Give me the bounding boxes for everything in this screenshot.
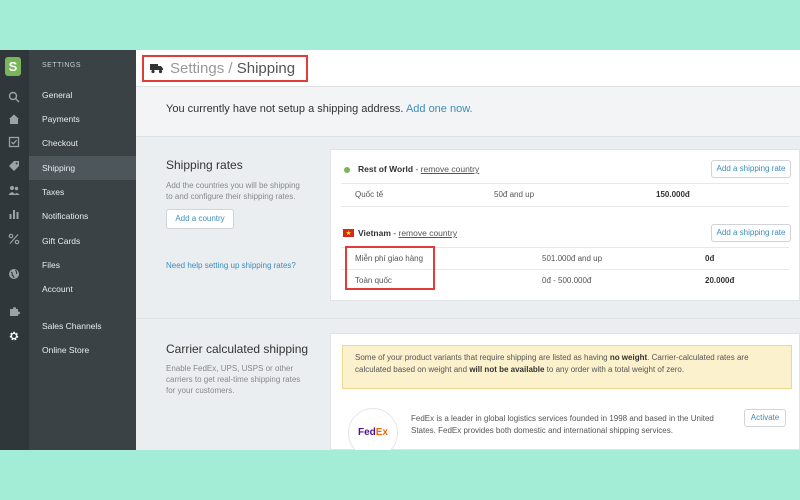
shipping-help-link[interactable]: Need help setting up shipping rates? xyxy=(166,261,296,270)
shopify-logo-icon[interactable]: S xyxy=(5,57,21,76)
rate-range: 50đ and up xyxy=(494,190,535,199)
rate-price: 20.000đ xyxy=(705,276,735,285)
fedex-description-1: FedEx is a leader in global logistics se… xyxy=(411,414,714,423)
page-title: Settings / Shipping xyxy=(170,60,295,77)
orders-icon[interactable] xyxy=(7,136,21,150)
sidebar-item-notifications[interactable]: Notifications xyxy=(29,204,136,228)
app-window: S SETTINGS General Payments Checkout Shi… xyxy=(0,50,800,450)
sidebar-item-taxes[interactable]: Taxes xyxy=(29,180,136,204)
remove-country-link[interactable]: remove country xyxy=(398,228,457,238)
zone-name-label: Rest of World xyxy=(358,164,414,174)
shipping-address-notice: You currently have not setup a shipping … xyxy=(136,87,800,137)
settings-menu-header: SETTINGS xyxy=(42,62,82,69)
add-shipping-rate-button[interactable]: Add a shipping rate xyxy=(711,224,791,242)
home-icon[interactable] xyxy=(7,113,21,127)
row-divider xyxy=(341,183,789,184)
carrier-description-2: carriers to get real-time shipping rates xyxy=(166,375,301,384)
sidebar-item-shipping[interactable]: Shipping xyxy=(29,156,136,180)
rate-price: 0đ xyxy=(705,254,715,263)
row-divider xyxy=(341,206,789,207)
add-shipping-rate-button[interactable]: Add a shipping rate xyxy=(711,160,791,178)
page-header: Settings / Shipping xyxy=(136,50,800,87)
add-country-button[interactable]: Add a country xyxy=(166,209,234,229)
activate-fedex-button[interactable]: Activate xyxy=(744,409,786,427)
fedex-description: FedEx is a leader in global logistics se… xyxy=(411,413,714,437)
zone-separator: - xyxy=(413,164,421,174)
search-icon[interactable] xyxy=(7,91,21,105)
rate-range: 501.000đ and up xyxy=(542,254,603,263)
warning-bold-text: will not be available xyxy=(469,365,545,374)
carrier-description-1: Enable FedEx, UPS, USPS or other xyxy=(166,364,294,373)
rate-name[interactable]: Quốc tế xyxy=(355,190,383,199)
breadcrumb-separator: / xyxy=(224,60,237,77)
truck-icon xyxy=(150,61,164,74)
gear-icon[interactable] xyxy=(7,330,21,344)
weight-warning: Some of your product variants that requi… xyxy=(342,345,792,389)
add-address-link[interactable]: Add one now. xyxy=(406,103,473,115)
notice-text: You currently have not setup a shipping … xyxy=(166,103,473,115)
settings-menu: SETTINGS General Payments Checkout Shipp… xyxy=(29,50,136,450)
shipping-rates-title: Shipping rates xyxy=(166,158,243,172)
notice-message: You currently have not setup a shipping … xyxy=(166,103,404,115)
remove-country-link[interactable]: remove country xyxy=(421,164,480,174)
section-divider xyxy=(136,318,800,319)
sidebar-item-general[interactable]: General xyxy=(29,83,136,107)
reports-icon[interactable] xyxy=(7,208,21,222)
sidebar-item-sales-channels[interactable]: Sales Channels xyxy=(29,314,136,338)
breadcrumb-current: Shipping xyxy=(236,60,296,77)
warning-text: Some of your product variants that requi… xyxy=(355,353,610,362)
shipping-zones-card: Rest of World - remove country Add a shi… xyxy=(330,149,800,301)
rates-highlight-box xyxy=(345,246,435,290)
sidebar-item-files[interactable]: Files xyxy=(29,253,136,277)
shipping-rates-description-1: Add the countries you will be shipping xyxy=(166,181,300,190)
fedex-logo: FedEx xyxy=(348,408,398,450)
fedex-logo-fed: Fed xyxy=(357,427,376,438)
warning-text: to any order with a total weight of zero… xyxy=(544,365,685,374)
warning-bold-text: no weight xyxy=(609,353,648,362)
carrier-description-3: for your customers. xyxy=(166,386,235,395)
vietnam-flag-icon xyxy=(343,229,354,237)
zone-rest-of-world: Rest of World - remove country xyxy=(358,164,479,174)
rate-price: 150.000đ xyxy=(656,190,690,199)
zone-vietnam: Vietnam - remove country xyxy=(358,228,457,238)
icon-rail: S xyxy=(0,50,29,450)
rate-range: 0đ - 500.000đ xyxy=(542,276,592,285)
breadcrumb-parent[interactable]: Settings xyxy=(170,60,224,77)
sidebar-item-online-store[interactable]: Online Store xyxy=(29,338,136,362)
zone-name-label: Vietnam xyxy=(358,228,391,238)
discounts-icon[interactable] xyxy=(7,233,21,247)
globe-icon[interactable] xyxy=(7,268,21,282)
fedex-description-2: States. FedEx provides both domestic and… xyxy=(411,426,673,435)
title-highlight-box: Settings / Shipping xyxy=(142,55,308,82)
tag-icon[interactable] xyxy=(7,160,21,174)
carrier-card: Some of your product variants that requi… xyxy=(330,333,800,450)
carrier-title: Carrier calculated shipping xyxy=(166,342,309,356)
sidebar-item-account[interactable]: Account xyxy=(29,277,136,301)
customers-icon[interactable] xyxy=(7,184,21,198)
sidebar-item-checkout[interactable]: Checkout xyxy=(29,131,136,155)
sidebar-item-payments[interactable]: Payments xyxy=(29,107,136,131)
shipping-rates-description-2: to and configure their shipping rates. xyxy=(166,192,296,201)
sidebar-item-gift-cards[interactable]: Gift Cards xyxy=(29,229,136,253)
world-dot-icon xyxy=(344,167,350,173)
puzzle-icon[interactable] xyxy=(7,305,21,319)
fedex-logo-ex: Ex xyxy=(375,427,388,438)
